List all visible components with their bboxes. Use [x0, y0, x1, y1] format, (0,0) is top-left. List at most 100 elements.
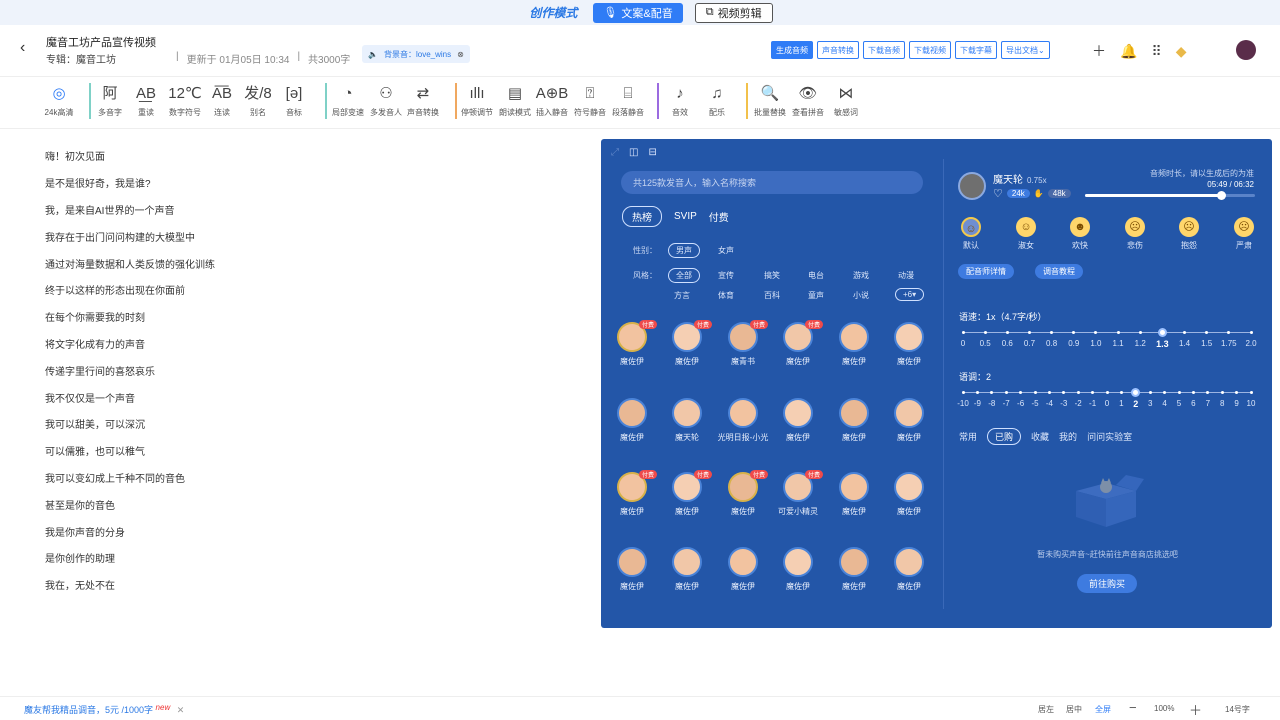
slider-step[interactable]	[1191, 390, 1195, 394]
tool-polyphone[interactable]: 阿多音字	[90, 83, 130, 118]
voice-card[interactable]: 付费 魔佐伊	[717, 470, 769, 517]
slider-step[interactable]	[1249, 390, 1253, 394]
tool-read-mode[interactable]: ▤ 朗读模式	[495, 83, 535, 118]
emotion-option[interactable]: ☹ 严肃	[1224, 217, 1264, 251]
voice-convert-button[interactable]: 声音转换	[817, 41, 859, 59]
style-option[interactable]: 电台	[808, 270, 824, 281]
tool-music[interactable]: ♫ 配乐	[697, 83, 737, 118]
back-arrow-icon[interactable]: ‹	[20, 39, 25, 57]
voice-card[interactable]: 魔佐伊	[828, 322, 880, 367]
tool-symbol-silence[interactable]: ⍰ 符号静音	[570, 83, 610, 118]
tuning-tutorial-button[interactable]: 调音教程	[1035, 264, 1083, 279]
speed-slider[interactable]: 0 0.5 0.6 0.7 0.8 0.9 1.0 1.1 1.2 1.3 1.4 1.5 1.75 2.…	[961, 328, 1257, 349]
slider-step[interactable]	[1019, 390, 1023, 394]
slider-step[interactable]	[1094, 330, 1098, 334]
tab-svip[interactable]: SVIP	[674, 211, 697, 222]
tab-copy-dubbing[interactable]: 🎙 文案&配音	[593, 2, 683, 23]
download-subtitle-button[interactable]: 下载字幕	[955, 41, 997, 59]
tool-ipa[interactable]: [ə] 音标	[274, 83, 314, 118]
slider-step[interactable]	[1148, 390, 1152, 394]
slider-step[interactable]	[1119, 390, 1123, 394]
font-size[interactable]: 14号字	[1225, 704, 1250, 715]
user-avatar[interactable]	[1236, 40, 1256, 60]
export-document-button[interactable]: 导出文档 ⌄	[1001, 41, 1050, 59]
script-line[interactable]: 我是你声音的分身	[45, 524, 125, 539]
slider-step[interactable]	[1116, 330, 1120, 334]
voice-card[interactable]: 魔佐伊	[828, 547, 880, 592]
heart-icon[interactable]: ♡	[993, 187, 1003, 200]
diamond-icon[interactable]: ◆	[1176, 43, 1187, 60]
slider-step[interactable]	[1163, 390, 1167, 394]
tool-view-pinyin[interactable]: 👁 查看拼音	[788, 83, 828, 118]
document-title[interactable]: 魔音工坊产品宣传视频	[46, 34, 156, 50]
go-buy-button[interactable]: 前往购买	[1077, 574, 1137, 593]
slider-step[interactable]	[1183, 330, 1187, 334]
emotion-option[interactable]: ☺ 默认	[951, 217, 991, 251]
emotion-option[interactable]: ☺ 淑女	[1006, 217, 1046, 251]
zoom-out-icon[interactable]: −	[1129, 700, 1137, 715]
style-option[interactable]: 体育	[718, 290, 734, 301]
download-audio-button[interactable]: 下载音频	[863, 41, 905, 59]
script-line[interactable]: 我可以甜美，可以深沉	[45, 416, 145, 431]
filter-female[interactable]: 女声	[718, 245, 734, 256]
plus-icon[interactable]: ＋	[1092, 41, 1106, 61]
tool-digits[interactable]: 12℃ 数字符号	[165, 83, 205, 118]
slider-step[interactable]	[1091, 390, 1095, 394]
slider-step[interactable]	[975, 390, 979, 394]
slider-step[interactable]	[983, 330, 987, 334]
voice-card[interactable]: 魔佐伊	[883, 398, 935, 443]
slider-step[interactable]	[1105, 390, 1109, 394]
voice-card[interactable]: 魔佐伊	[717, 547, 769, 592]
tool-batch-replace[interactable]: 🔍 批量替换	[750, 83, 790, 118]
voice-card[interactable]: 光明日报-小光	[717, 398, 769, 443]
voice-card[interactable]: 魔佐伊	[883, 547, 935, 592]
slider-step[interactable]	[1138, 330, 1142, 334]
close-icon[interactable]: ✕	[177, 705, 185, 715]
fullscreen-button[interactable]: 全屏	[1095, 704, 1111, 715]
emotion-option[interactable]: ☹ 抱怨	[1169, 217, 1209, 251]
script-line[interactable]: 我，是来自AI世界的一个声音	[45, 202, 174, 217]
promo-banner[interactable]: 魔友帮我精品调音，5元 /1000字 new ✕	[24, 703, 184, 716]
category-common[interactable]: 常用	[959, 430, 977, 443]
tab-paid[interactable]: 付费	[709, 209, 729, 224]
slider-step[interactable]	[1249, 330, 1253, 334]
emotion-option[interactable]: ☻ 欢快	[1060, 217, 1100, 251]
split-view-icon[interactable]: ◫	[629, 147, 638, 158]
progress-knob[interactable]	[1216, 191, 1226, 200]
slider-step[interactable]	[1206, 390, 1210, 394]
quality-48k[interactable]: 48k	[1047, 189, 1071, 198]
style-more[interactable]: +6▾	[895, 288, 925, 301]
slider-step[interactable]	[1004, 390, 1008, 394]
voice-card[interactable]: 付费 魔佐伊	[772, 320, 824, 367]
voice-card[interactable]: 魔佐伊	[772, 398, 824, 443]
script-line[interactable]: 我存在于出门问问构建的大模型中	[45, 229, 195, 244]
voice-card[interactable]: 魔佐伊	[772, 547, 824, 592]
tool-hd[interactable]: ◎ 24k高清	[39, 83, 79, 118]
tool-stress[interactable]: A͟B 重读	[126, 83, 166, 118]
style-all[interactable]: 全部	[668, 268, 700, 283]
slider-step[interactable]	[1227, 330, 1231, 334]
slider-step[interactable]	[1205, 330, 1209, 334]
slider-step[interactable]	[961, 390, 965, 394]
voice-card[interactable]: 魔佐伊	[606, 398, 658, 443]
script-line[interactable]: 是不是很好奇，我是谁?	[45, 175, 151, 190]
remove-icon[interactable]: ⊗	[457, 50, 464, 59]
voice-card[interactable]: 魔佐伊	[828, 472, 880, 517]
script-line[interactable]: 我在，无处不在	[45, 577, 115, 592]
script-line[interactable]: 我可以变幻成上千种不同的音色	[45, 470, 185, 485]
tool-multi-speaker[interactable]: ⚇ 多发音人	[366, 83, 406, 118]
filter-male[interactable]: 男声	[668, 243, 700, 258]
expand-icon[interactable]: ⤢	[611, 147, 619, 158]
style-option[interactable]: 搞笑	[764, 270, 780, 281]
slider-step[interactable]	[1076, 390, 1080, 394]
generate-audio-button[interactable]: 生成音频	[771, 41, 813, 59]
voice-card[interactable]: 魔佐伊	[883, 322, 935, 367]
voice-card[interactable]: 魔佐伊	[828, 398, 880, 443]
slider-step[interactable]	[1033, 390, 1037, 394]
script-line[interactable]: 终于以这样的形态出现在你面前	[45, 282, 185, 297]
style-option[interactable]: 百科	[764, 290, 780, 301]
tool-sound-effect[interactable]: ♪ 音效	[660, 83, 700, 118]
slider-step[interactable]	[1072, 330, 1076, 334]
script-line[interactable]: 将文字化成有力的声音	[45, 336, 145, 351]
align-center-button[interactable]: 居中	[1066, 704, 1082, 715]
